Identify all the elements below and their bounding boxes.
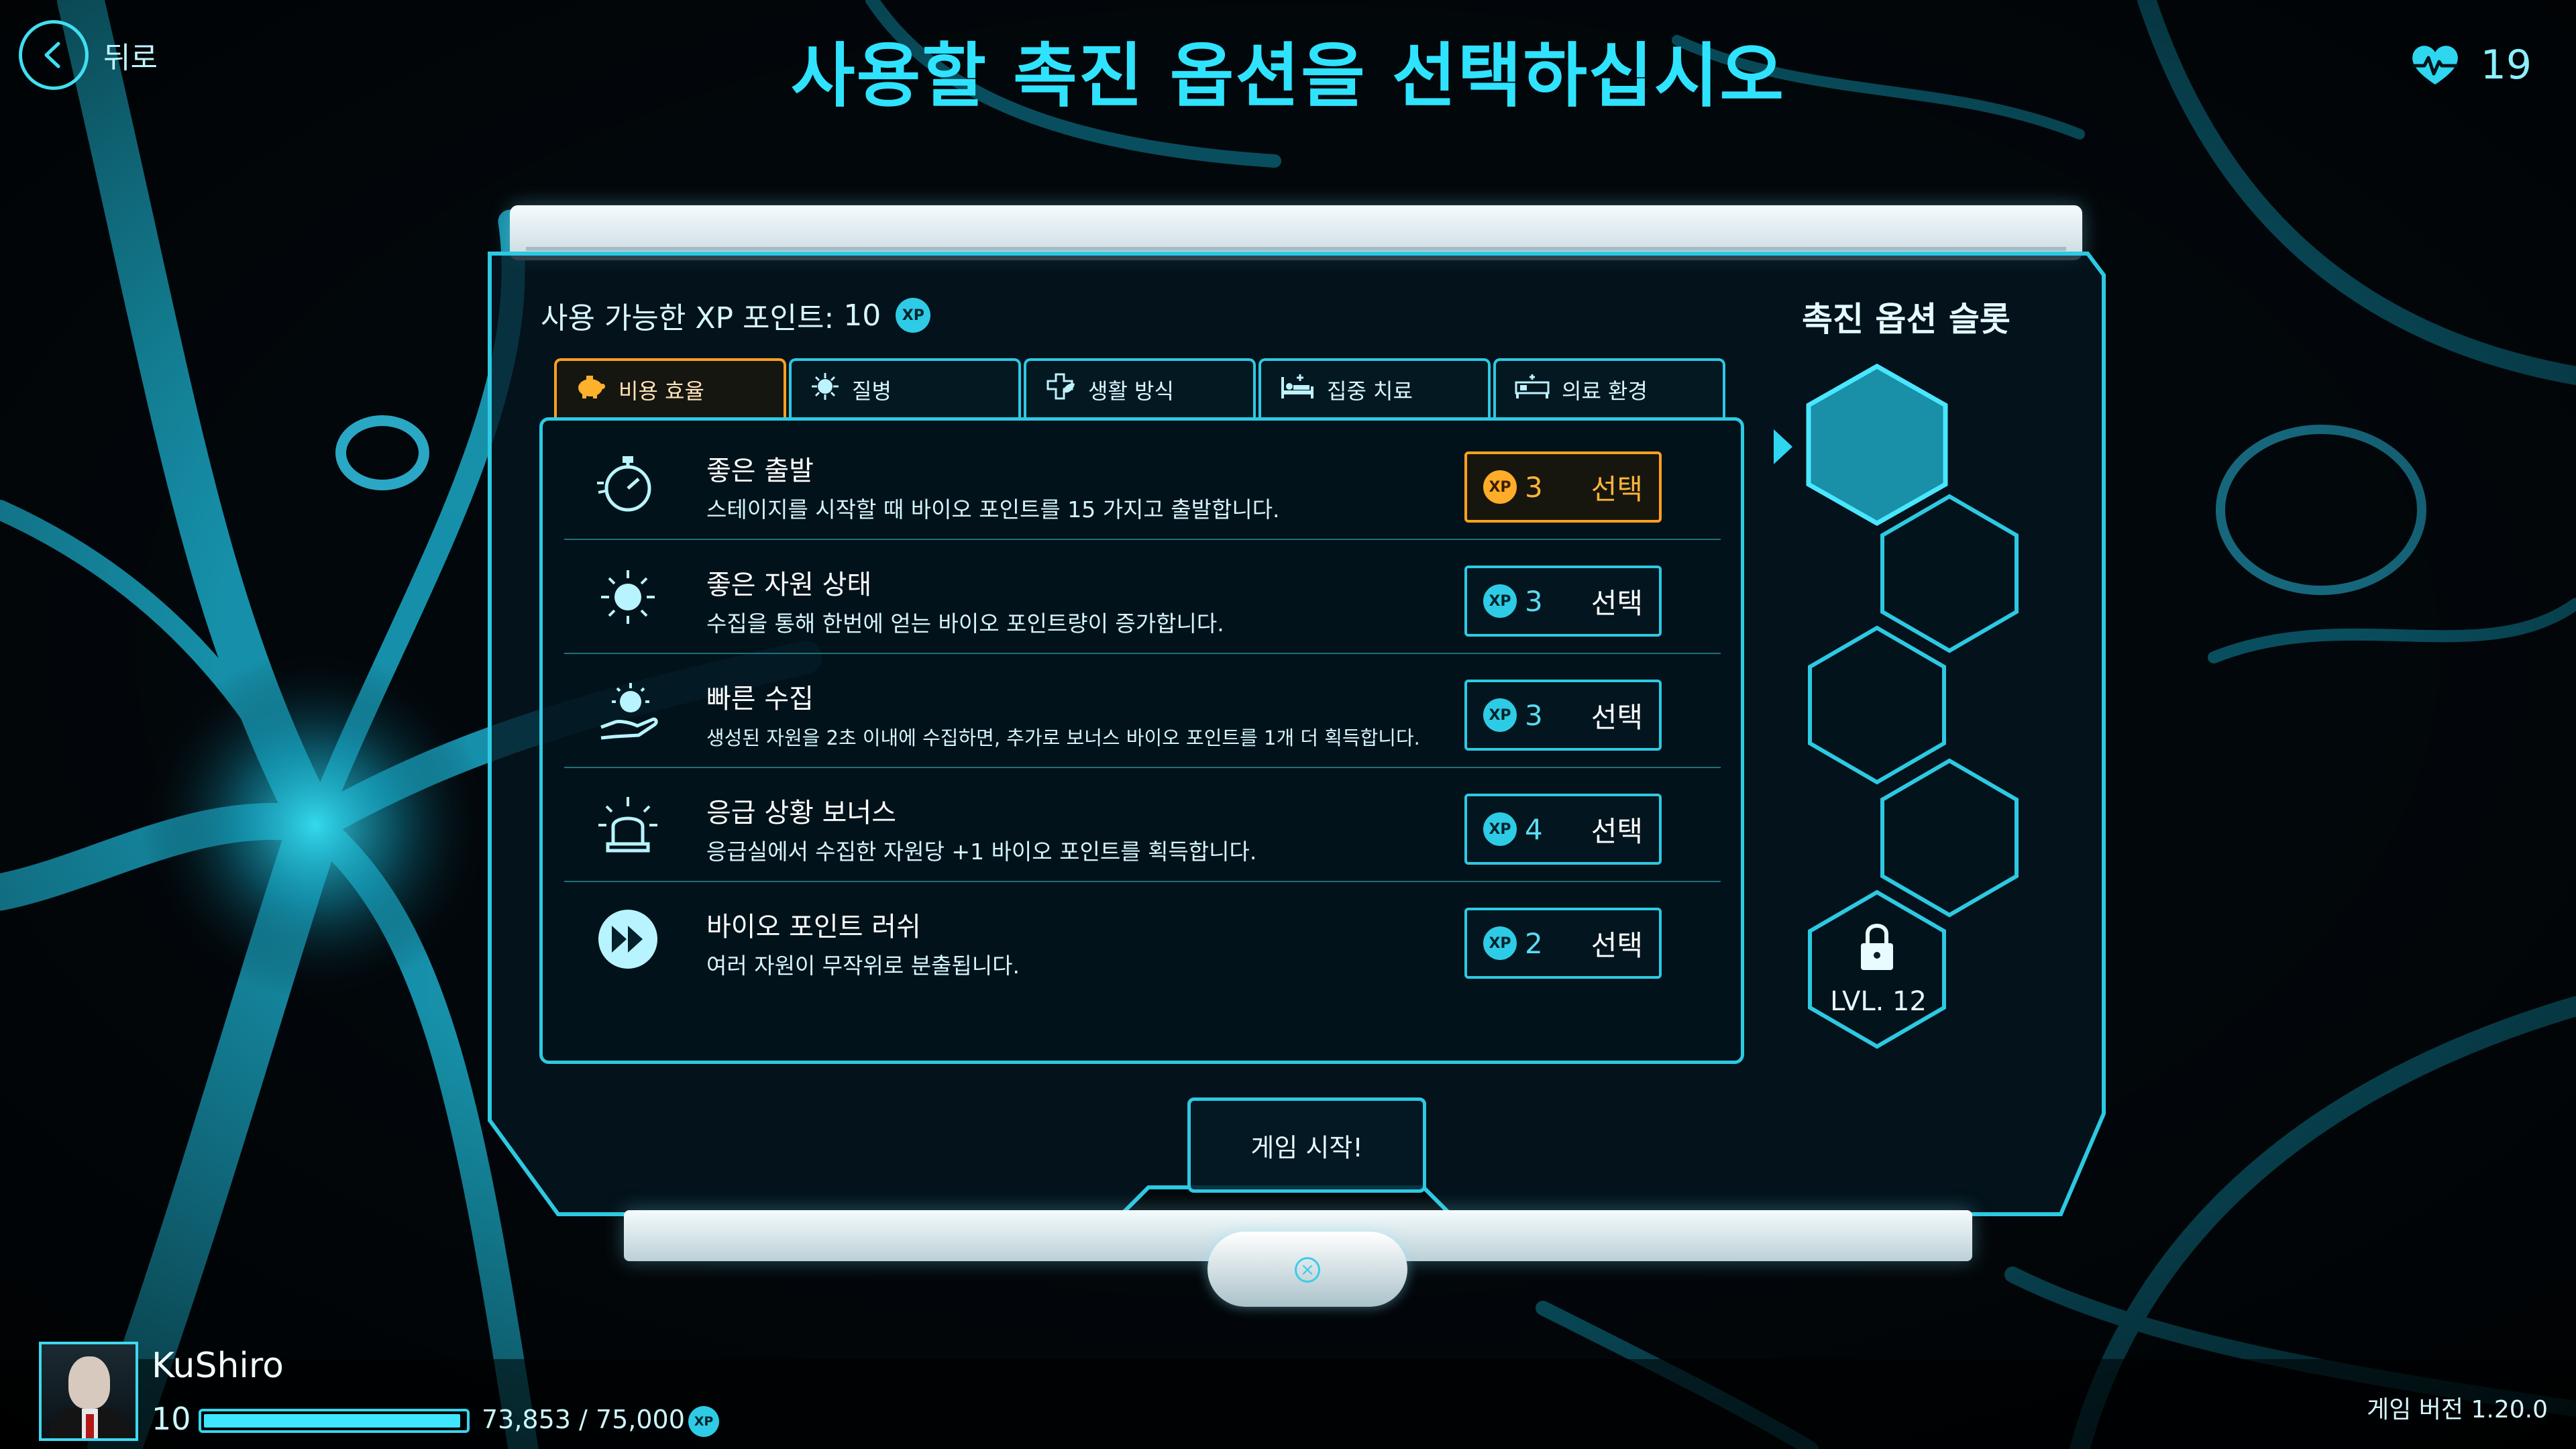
select-label: 선택 bbox=[1591, 814, 1643, 848]
tab-label: 의료 환경 bbox=[1562, 378, 1648, 404]
select-label: 선택 bbox=[1591, 586, 1643, 620]
option-title: 응급 상황 보너스 bbox=[706, 798, 897, 828]
select-label: 선택 bbox=[1591, 700, 1643, 734]
heartbeat-icon bbox=[2412, 46, 2458, 85]
option-cost: 3 bbox=[1525, 698, 1543, 732]
select-button[interactable]: XP 3 선택 bbox=[1464, 680, 1662, 751]
tab-label: 질병 bbox=[852, 378, 892, 404]
select-button[interactable]: XP 4 선택 bbox=[1464, 794, 1662, 865]
tab-label: 생활 방식 bbox=[1088, 378, 1174, 404]
tab-label: 집중 치료 bbox=[1327, 378, 1413, 404]
xp-progress-fill bbox=[204, 1414, 461, 1428]
xp-icon: XP bbox=[1483, 698, 1517, 732]
siren-icon bbox=[591, 788, 665, 862]
virus-icon bbox=[810, 372, 840, 409]
option-title: 좋은 자원 상태 bbox=[706, 570, 872, 600]
option-description: 생성된 자원을 2초 이내에 수집하면, 추가로 보너스 바이오 포인트를 1개… bbox=[706, 727, 1420, 749]
xp-icon: XP bbox=[1483, 926, 1517, 960]
x-emblem-icon: × bbox=[1295, 1257, 1320, 1283]
slot-4[interactable] bbox=[1880, 758, 2019, 918]
option-row: 응급 상황 보너스 응급실에서 수집한 자원당 +1 바이오 포인트를 획득합니… bbox=[564, 768, 1721, 882]
option-cost: 3 bbox=[1525, 470, 1543, 504]
tab-disease[interactable]: 질병 bbox=[789, 358, 1021, 419]
select-button[interactable]: XP 2 선택 bbox=[1464, 908, 1662, 979]
xp-icon: XP bbox=[688, 1406, 719, 1437]
stopwatch-icon bbox=[591, 446, 665, 520]
option-description: 여러 자원이 무작위로 분출됩니다. bbox=[706, 953, 1020, 979]
slots-title: 촉진 옵션 슬롯 bbox=[1802, 300, 2010, 339]
option-title: 빠른 수집 bbox=[706, 684, 814, 714]
option-row: 빠른 수집 생성된 자원을 2초 이내에 수집하면, 추가로 보너스 바이오 포… bbox=[564, 654, 1721, 768]
xp-progress-text: 73,853 / 75,000 bbox=[482, 1405, 685, 1434]
xp-available: 사용 가능한 XP 포인트: 10 XP bbox=[541, 294, 931, 337]
health-counter: 19 bbox=[2408, 42, 2532, 89]
fast-forward-icon bbox=[591, 902, 665, 976]
xp-available-label: 사용 가능한 XP 포인트: bbox=[541, 301, 835, 335]
player-level: 10 bbox=[152, 1401, 191, 1437]
option-row: 바이오 포인트 러쉬 여러 자원이 무작위로 분출됩니다. XP 2 선택 bbox=[564, 882, 1721, 996]
option-slots bbox=[1806, 363, 2019, 1049]
option-title: 좋은 출발 bbox=[706, 455, 814, 486]
option-cost: 4 bbox=[1525, 812, 1543, 846]
page-title: 사용할 촉진 옵션을 선택하십시오 bbox=[790, 35, 1786, 117]
germ-burst-icon bbox=[591, 560, 665, 634]
select-button[interactable]: XP 3 선택 bbox=[1464, 451, 1662, 523]
health-leaf-icon bbox=[1045, 372, 1076, 409]
option-description: 스테이지를 시작할 때 바이오 포인트를 15 가지고 출발합니다. bbox=[706, 496, 1280, 523]
slot-5-locked bbox=[1808, 890, 1946, 1049]
start-game-button[interactable]: 게임 시작! bbox=[1187, 1097, 1426, 1193]
option-description: 수집을 통해 한번에 얻는 바이오 포인트량이 증가합니다. bbox=[706, 610, 1224, 637]
xp-progress-bar bbox=[199, 1409, 470, 1433]
ward-bed-icon bbox=[1515, 373, 1550, 407]
xp-available-value: 10 bbox=[843, 298, 881, 333]
option-title: 바이오 포인트 러쉬 bbox=[706, 912, 921, 943]
player-name: KuShiro bbox=[152, 1346, 284, 1386]
xp-icon: XP bbox=[1483, 470, 1517, 504]
slot-1[interactable] bbox=[1806, 363, 1948, 527]
health-value: 19 bbox=[2480, 42, 2532, 89]
xp-icon: XP bbox=[1483, 584, 1517, 618]
option-cost: 2 bbox=[1525, 926, 1543, 960]
tab-lifestyle[interactable]: 생활 방식 bbox=[1024, 358, 1256, 419]
select-label: 선택 bbox=[1591, 472, 1643, 506]
option-description: 응급실에서 수집한 자원당 +1 바이오 포인트를 획득합니다. bbox=[706, 839, 1257, 865]
slot-2[interactable] bbox=[1880, 494, 2019, 653]
capsule-ornament: × bbox=[1208, 1232, 1407, 1307]
tab-cost-efficiency[interactable]: 비용 효율 bbox=[554, 358, 786, 419]
germ-hand-icon bbox=[591, 674, 665, 748]
tab-intensive-care[interactable]: 집중 치료 bbox=[1258, 358, 1491, 419]
category-tabs: 비용 효율 질병 생활 방식 집중 치료 의료 환경 bbox=[554, 358, 1728, 419]
select-button[interactable]: XP 3 선택 bbox=[1464, 566, 1662, 637]
option-cost: 3 bbox=[1525, 584, 1543, 618]
game-version: 게임 버전 1.20.0 bbox=[2367, 1396, 2548, 1424]
avatar[interactable] bbox=[39, 1342, 138, 1441]
option-row: 좋은 출발 스테이지를 시작할 때 바이오 포인트를 15 가지고 출발합니다.… bbox=[564, 426, 1721, 540]
slot-pointer-icon bbox=[1774, 429, 1792, 464]
option-row: 좋은 자원 상태 수집을 통해 한번에 얻는 바이오 포인트량이 증가합니다. … bbox=[564, 540, 1721, 654]
tab-label: 비용 효율 bbox=[619, 378, 704, 404]
xp-icon: XP bbox=[1483, 812, 1517, 846]
tab-medical-environment[interactable]: 의료 환경 bbox=[1493, 358, 1725, 419]
options-list: 좋은 출발 스테이지를 시작할 때 바이오 포인트를 15 가지고 출발합니다.… bbox=[539, 417, 1744, 1064]
slot-3[interactable] bbox=[1808, 625, 1946, 785]
piggy-bank-icon bbox=[576, 373, 606, 407]
hospital-bed-icon bbox=[1280, 373, 1315, 407]
slot-lock-level: LVL. 12 bbox=[1830, 986, 1927, 1017]
select-label: 선택 bbox=[1591, 928, 1643, 962]
xp-icon: XP bbox=[896, 298, 931, 333]
